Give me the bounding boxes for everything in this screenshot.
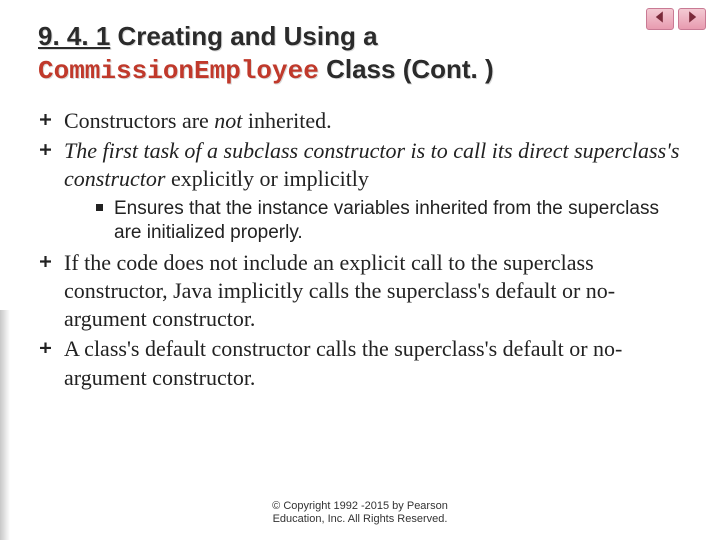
bullet-text-em: The first task of a subclass constructor… — [64, 138, 679, 191]
next-button[interactable] — [678, 8, 706, 30]
list-item: Ensures that the instance variables inhe… — [96, 197, 690, 245]
list-item: The first task of a subclass constructor… — [38, 137, 690, 245]
bullet-text-em: not — [214, 108, 242, 133]
bullet-text: explicitly or implicitly — [165, 166, 368, 191]
sub-bullet-text: Ensures that the instance variables inhe… — [114, 198, 659, 243]
title-pre: Creating and Using a — [118, 21, 378, 51]
bullet-list: Constructors are not inherited. The firs… — [38, 107, 690, 392]
copyright-notice: © Copyright 1992 -2015 by Pearson Educat… — [0, 500, 720, 526]
bullet-text: Constructors are — [64, 108, 214, 133]
arrow-left-icon — [653, 10, 667, 29]
copyright-line1: © Copyright 1992 -2015 by Pearson — [272, 500, 448, 512]
nav-controls — [646, 8, 706, 30]
arrow-right-icon — [685, 10, 699, 29]
slide-title: 9. 4. 1 Creating and Using a CommissionE… — [38, 20, 690, 87]
list-item: A class's default constructor calls the … — [38, 335, 690, 391]
bullet-text: inherited. — [242, 108, 331, 133]
decorative-shadow — [0, 310, 10, 540]
copyright-line2: Education, Inc. All Rights Reserved. — [273, 513, 448, 525]
title-post: Class (Cont. ) — [326, 54, 494, 84]
bullet-text: A class's default constructor calls the … — [64, 336, 622, 389]
list-item: Constructors are not inherited. — [38, 107, 690, 135]
sub-list: Ensures that the instance variables inhe… — [64, 197, 690, 245]
slide-container: 9. 4. 1 Creating and Using a CommissionE… — [0, 0, 720, 540]
title-code: CommissionEmployee — [38, 56, 319, 86]
bullet-text: If the code does not include an explicit… — [64, 250, 615, 331]
title-number: 9. 4. 1 — [38, 21, 110, 51]
list-item: If the code does not include an explicit… — [38, 249, 690, 333]
slide-content: Constructors are not inherited. The firs… — [38, 107, 690, 392]
prev-button[interactable] — [646, 8, 674, 30]
